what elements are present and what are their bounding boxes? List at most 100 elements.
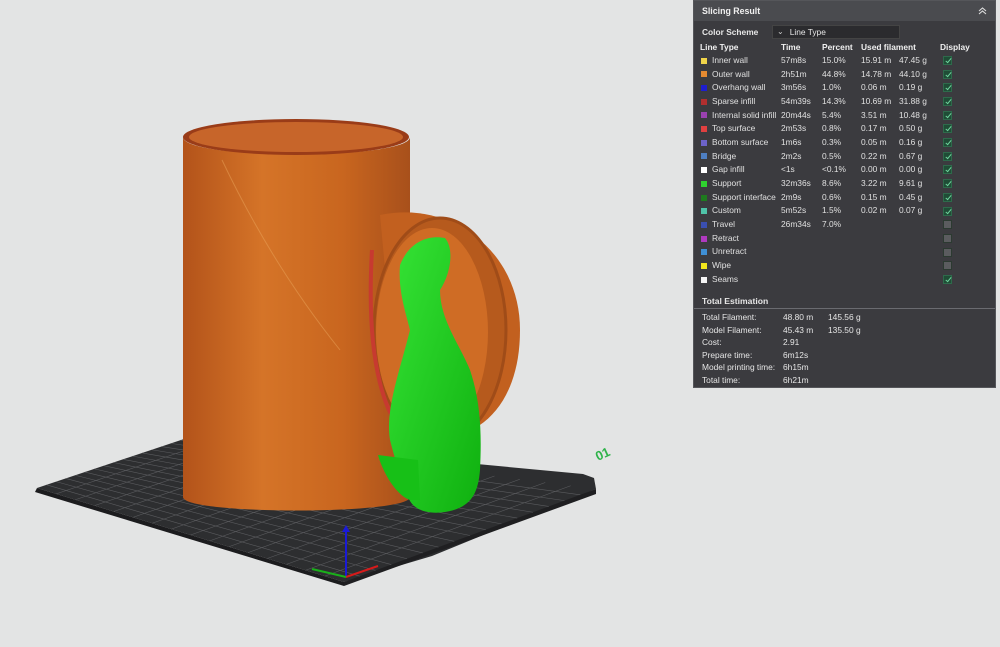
line-type-name: Outer wall [712, 68, 750, 79]
weight-cell: 9.61 g [899, 178, 923, 189]
estimation-list: Total Filament: 48.80 m 145.56 g Model Fila… [702, 311, 861, 386]
display-checkbox[interactable] [943, 220, 952, 230]
estimation-row: Model Filament: 45.43 m 135.50 g [702, 324, 861, 337]
percent-cell: 44.8% [822, 68, 846, 79]
color-swatch [701, 221, 707, 228]
percent-cell: 14.3% [822, 95, 846, 106]
length-cell: 0.05 m [861, 136, 887, 147]
time-cell: 20m44s [781, 109, 811, 120]
display-checkbox[interactable] [943, 151, 952, 161]
weight-cell [899, 272, 940, 286]
display-checkbox[interactable] [943, 138, 952, 148]
color-swatch [701, 112, 707, 119]
percent-cell [822, 245, 861, 259]
length-cell: 14.78 m [861, 68, 892, 79]
display-checkbox[interactable] [943, 97, 952, 107]
length-cell: 0.06 m [861, 82, 887, 93]
display-checkbox[interactable] [943, 179, 952, 189]
header-time: Time [781, 41, 801, 52]
estimation-value: 2.91 [783, 337, 800, 348]
model-cylinder-top-inner [189, 122, 403, 152]
line-type-row: Internal solid infill 20m44s 5.4% 3.51 m 10.… [700, 108, 984, 122]
color-swatch [701, 139, 707, 146]
line-type-name: Gap infill [712, 164, 745, 175]
line-type-row: Inner wall 57m8s 15.0% 15.91 m 47.45 g [700, 53, 984, 67]
total-estimation-title: Total Estimation [702, 296, 769, 306]
weight-cell: 10.48 g [899, 109, 927, 120]
display-checkbox[interactable] [943, 247, 952, 257]
line-type-table: Line Type Time Percent Used filament Dis… [700, 40, 984, 286]
color-swatch [701, 194, 707, 201]
time-cell [781, 258, 822, 272]
estimation-label: Prepare time: [702, 349, 753, 360]
color-scheme-label: Color Scheme [702, 26, 759, 37]
time-cell: 3m56s [781, 82, 807, 93]
time-cell: 2h51m [781, 68, 807, 79]
line-type-name: Internal solid infill [712, 109, 777, 120]
line-type-name: Custom [712, 205, 741, 216]
length-cell [861, 258, 899, 272]
percent-cell: 5.4% [822, 109, 842, 120]
display-checkbox[interactable] [943, 83, 952, 93]
line-type-name: Bottom surface [712, 136, 769, 147]
display-checkbox[interactable] [943, 110, 952, 120]
color-swatch [701, 208, 707, 215]
percent-cell [822, 272, 861, 286]
display-checkbox[interactable] [943, 206, 952, 216]
weight-cell: 0.50 g [899, 123, 923, 134]
weight-cell: 0.19 g [899, 82, 923, 93]
line-type-row: Gap infill <1s <0.1% 0.00 m 0.00 g [700, 163, 984, 177]
display-checkbox[interactable] [943, 274, 952, 284]
line-type-row: Outer wall 2h51m 44.8% 14.78 m 44.10 g [700, 67, 984, 81]
header-percent: Percent [822, 41, 853, 52]
percent-cell: 1.0% [822, 82, 842, 93]
time-cell [781, 231, 822, 245]
header-line-type: Line Type [700, 41, 739, 52]
display-checkbox[interactable] [943, 233, 952, 243]
color-scheme-row: Color Scheme ⌄ Line Type [702, 24, 987, 39]
weight-cell: 44.10 g [899, 68, 927, 79]
line-type-row: Custom 5m52s 1.5% 0.02 m 0.07 g [700, 204, 984, 218]
percent-cell: 0.6% [822, 191, 842, 202]
line-type-row: Unretract [700, 245, 984, 259]
estimation-value: 6h15m [783, 362, 809, 373]
estimation-value: 6m12s [783, 349, 809, 360]
line-type-row: Top surface 2m53s 0.8% 0.17 m 0.50 g [700, 121, 984, 135]
display-checkbox[interactable] [943, 55, 952, 65]
line-type-row: Overhang wall 3m56s 1.0% 0.06 m 0.19 g [700, 80, 984, 94]
estimation-label: Total Filament: [702, 312, 757, 323]
display-checkbox[interactable] [943, 192, 952, 202]
display-checkbox[interactable] [943, 165, 952, 175]
percent-cell: <0.1% [822, 164, 846, 175]
color-swatch [701, 57, 707, 64]
length-cell: 15.91 m [861, 54, 892, 65]
estimation-label: Cost: [702, 337, 722, 348]
percent-cell: 8.6% [822, 178, 842, 189]
estimation-value: 45.43 m [783, 324, 814, 335]
header-display: Display [940, 41, 970, 52]
color-swatch [701, 85, 707, 91]
estimation-value: 48.80 m [783, 312, 814, 323]
estimation-row: Cost: 2.91 [702, 336, 861, 349]
color-swatch [701, 276, 707, 283]
line-type-name: Sparse infill [712, 95, 756, 106]
collapse-icon[interactable] [975, 4, 989, 18]
estimation-label: Model printing time: [702, 362, 776, 373]
line-type-name: Seams [712, 273, 739, 284]
display-checkbox[interactable] [943, 69, 952, 79]
estimation-row: Model printing time: 6h15m [702, 361, 861, 374]
line-type-row: Bottom surface 1m6s 0.3% 0.05 m 0.16 g [700, 135, 984, 149]
slicing-result-panel: Slicing Result Color Scheme ⌄ Line Type … [693, 0, 996, 388]
line-type-name: Support interface [712, 191, 776, 202]
line-type-name: Top surface [712, 123, 756, 134]
line-type-row: Wipe [700, 258, 984, 272]
estimation-label: Model Filament: [702, 324, 762, 335]
display-checkbox[interactable] [943, 261, 952, 271]
length-cell: 3.51 m [861, 109, 887, 120]
weight-cell: 0.16 g [899, 136, 923, 147]
display-checkbox[interactable] [943, 124, 952, 134]
color-scheme-select[interactable]: ⌄ Line Type [772, 24, 900, 39]
plate-number: 01 [593, 444, 612, 464]
line-type-name: Wipe [712, 260, 732, 271]
length-cell: 10.69 m [861, 95, 892, 106]
